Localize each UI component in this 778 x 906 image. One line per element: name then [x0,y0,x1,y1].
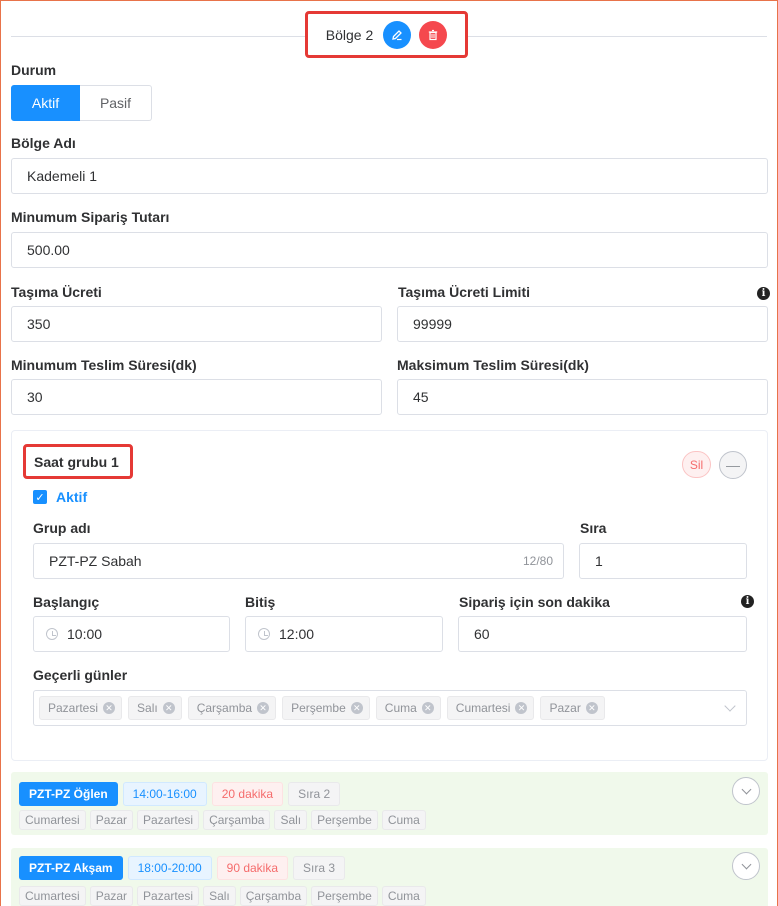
day-chip: Pazar [89,886,134,906]
status-passive-button[interactable]: Pasif [80,85,152,121]
day-chip: Cuma [381,810,426,830]
status-label: Durum [11,62,57,78]
expand-group-button[interactable] [732,852,760,880]
valid-days-label: Geçerli günler [33,667,128,683]
min-delivery-value: 30 [27,389,43,405]
expand-group-button[interactable] [732,777,760,805]
clock-icon [258,628,270,640]
group-active-checkbox[interactable]: ✓ Aktif [33,489,87,505]
clock-icon [46,628,58,640]
min-order-input[interactable]: 500.00 [11,232,768,268]
status-active-button[interactable]: Aktif [11,85,80,121]
day-tag: Çarşamba ✕ [187,696,277,720]
remove-tag-icon[interactable]: ✕ [162,702,175,714]
group-duration-chip: 20 dakika [211,782,284,806]
group-order-chip: Sıra 2 [288,782,341,806]
day-chip: Pazartesi [137,810,200,830]
chevron-down-icon [724,700,736,712]
remove-tag-icon[interactable]: ✕ [257,702,270,714]
min-order-value: 500.00 [27,242,70,258]
remove-tag-icon[interactable]: ✕ [350,702,363,714]
shipping-limit-value: 99999 [413,316,452,332]
zone-title: Bölge 2 [325,26,374,43]
order-label: Sıra [580,520,607,536]
shipping-limit-input[interactable]: 99999 [397,306,768,342]
last-minute-label: Sipariş için son dakika [459,594,610,610]
group-name-chip: PZT-PZ Öğlen [19,782,118,806]
group-name-input[interactable]: PZT-PZ Sabah 12/80 [33,543,564,579]
day-chip: Cumartesi [19,810,86,830]
order-input[interactable]: 1 [579,543,747,579]
group-name-label: Grup adı [33,520,91,536]
min-delivery-input[interactable]: 30 [11,379,382,415]
group-order-chip: Sıra 3 [293,856,346,880]
day-tag: Perşembe ✕ [282,696,370,720]
day-tag: Salı ✕ [128,696,182,720]
time-group-title: Saat grubu 1 [23,444,133,479]
zone-name-input[interactable]: Kademeli 1 [11,158,768,194]
max-delivery-value: 45 [413,389,429,405]
order-value: 1 [595,553,603,569]
day-chip: Çarşamba [239,886,308,906]
day-tag: Pazartesi ✕ [39,696,123,720]
delete-icon [429,29,438,40]
edit-icon [392,29,403,40]
day-chip: Çarşamba [203,810,271,830]
remove-tag-icon[interactable]: ✕ [585,702,598,714]
time-group-panel[interactable]: PZT-PZ Öğlen 14:00-16:00 20 dakika Sıra … [11,772,768,835]
start-time-value: 10:00 [67,626,103,642]
zone-name-label: Bölge Adı [11,135,76,151]
collapse-group-button[interactable]: — [719,451,747,479]
day-chip: Cuma [381,886,426,906]
end-time-value: 12:00 [279,626,315,642]
shipping-fee-input[interactable]: 350 [11,306,382,342]
group-time-chip: 18:00-20:00 [127,856,212,880]
day-chip: Cumartesi [19,886,86,906]
zone-title-box: Bölge 2 [305,11,468,58]
shipping-limit-label: Taşıma Ücreti Limiti [398,284,531,300]
day-chip: Pazartesi [137,886,200,906]
minus-icon: — [726,457,740,473]
day-chip: Salı [203,886,236,906]
group-time-chip: 14:00-16:00 [122,782,207,806]
day-tag: Pazar ✕ [540,696,605,720]
min-delivery-label: Minumum Teslim Süresi(dk) [11,357,197,373]
day-chip: Salı [274,810,308,830]
group-active-label: Aktif [56,489,88,505]
info-icon[interactable]: i [757,287,770,300]
max-delivery-input[interactable]: 45 [397,379,768,415]
info-icon[interactable]: i [741,595,754,608]
status-toggle: Aktif Pasif [11,85,152,121]
zone-name-value: Kademeli 1 [27,168,98,184]
group-name-counter: 12/80 [522,554,553,568]
delete-group-button[interactable]: Sil [682,451,711,478]
end-time-input[interactable]: 12:00 [245,616,443,652]
valid-days-select[interactable]: Pazartesi ✕ Salı ✕ Çarşamba ✕ Perşembe ✕ Cum… [33,690,747,726]
day-chip: Pazar [89,810,134,830]
min-order-label: Minumum Sipariş Tutarı [11,209,170,225]
group-name-value: PZT-PZ Sabah [49,553,142,569]
end-label: Bitiş [245,594,276,610]
group-name-chip: PZT-PZ Akşam [19,856,123,880]
remove-tag-icon[interactable]: ✕ [103,702,116,714]
remove-tag-icon[interactable]: ✕ [421,702,434,714]
day-chip: Perşembe [311,886,378,906]
edit-zone-button[interactable] [383,20,412,49]
last-minute-value: 60 [474,626,490,642]
checkbox-icon: ✓ [33,490,47,504]
remove-tag-icon[interactable]: ✕ [515,702,528,714]
time-group-panel[interactable]: PZT-PZ Akşam 18:00-20:00 90 dakika Sıra … [11,848,768,906]
last-minute-input[interactable]: 60 [458,616,747,652]
start-time-input[interactable]: 10:00 [33,616,230,652]
shipping-fee-label: Taşıma Ücreti [11,284,102,300]
day-tag: Cuma ✕ [375,696,441,720]
day-chip: Perşembe [311,810,378,830]
max-delivery-label: Maksimum Teslim Süresi(dk) [397,357,589,373]
delete-zone-button[interactable] [419,20,448,49]
day-tag: Cumartesi ✕ [446,696,535,720]
group-duration-chip: 90 dakika [216,856,289,880]
start-label: Başlangıç [33,594,100,610]
shipping-fee-value: 350 [27,316,51,332]
